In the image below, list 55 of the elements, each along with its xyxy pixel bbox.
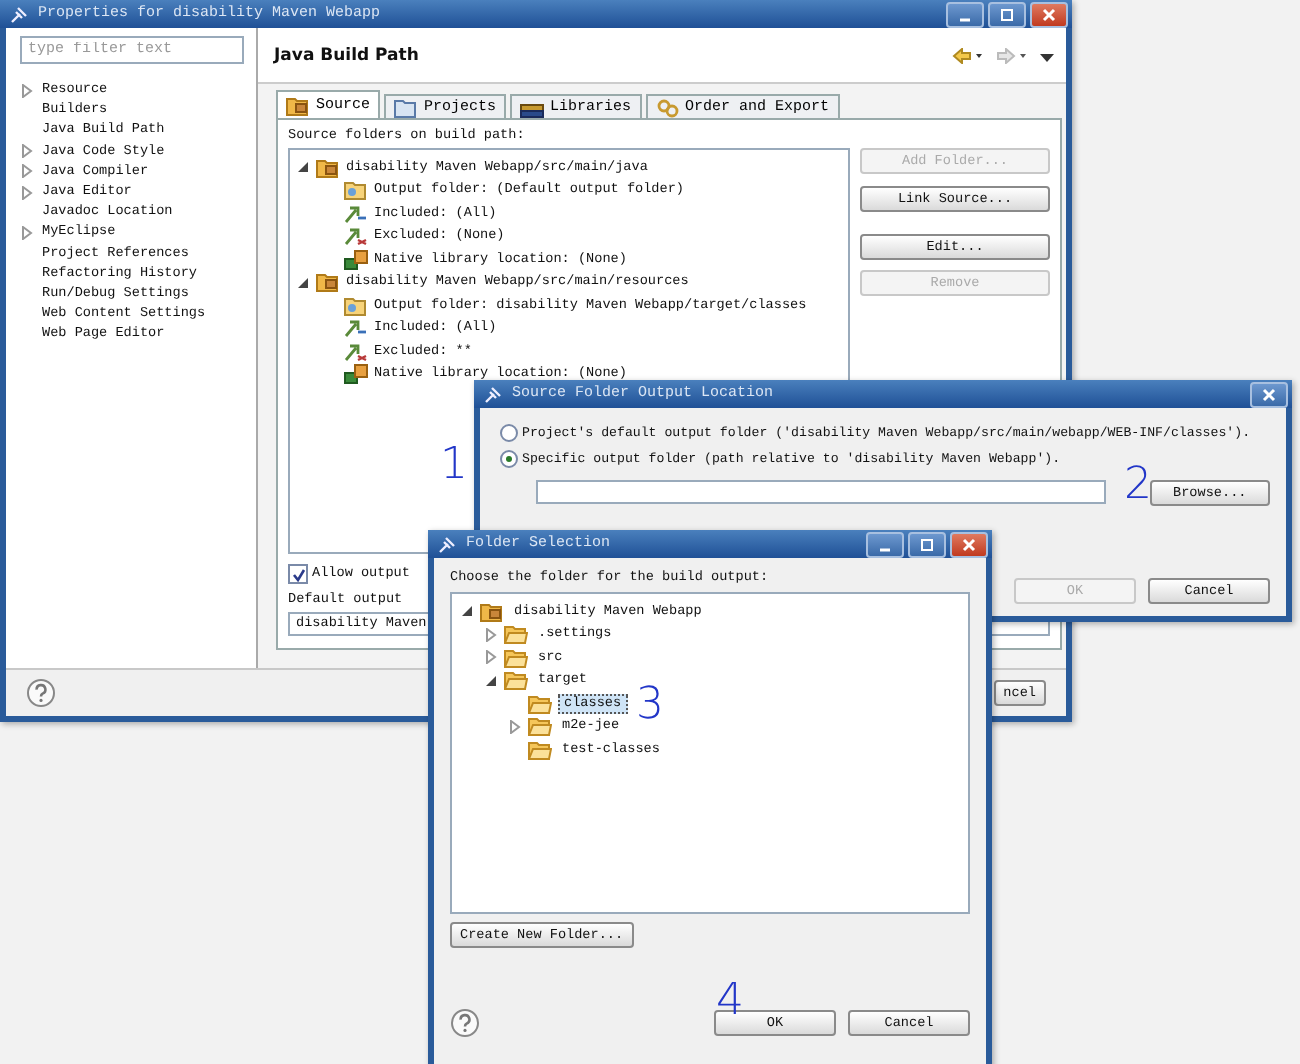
expand-arrow-icon[interactable]: [484, 650, 498, 665]
filter-included-icon: [344, 318, 368, 339]
plug-icon: [438, 535, 456, 553]
back-arrow-icon[interactable]: [952, 47, 984, 63]
collapse-arrow-icon[interactable]: [296, 275, 310, 290]
folder-icon: [504, 624, 528, 645]
native-library-icon: [344, 249, 368, 270]
expand-arrow-icon[interactable]: [484, 627, 498, 642]
maximize-button[interactable]: [908, 531, 946, 557]
output-folder-icon: [344, 180, 368, 201]
radio-button[interactable]: [500, 424, 518, 442]
folder-icon: [528, 739, 552, 760]
minimize-button[interactable]: [946, 1, 984, 27]
output-folder-icon: [344, 295, 368, 316]
close-icon: [1042, 7, 1056, 21]
output-folder-field[interactable]: [536, 480, 1106, 504]
folder-icon: [504, 647, 528, 668]
close-button[interactable]: [950, 531, 988, 557]
radio-button[interactable]: [500, 450, 518, 468]
maximize-icon: [920, 537, 934, 551]
handwritten-annotation: 2: [1124, 464, 1152, 508]
folder-icon: [528, 693, 552, 714]
filter-excluded-icon: [344, 226, 368, 247]
forward-arrow-icon[interactable]: [996, 47, 1028, 63]
package-folder-icon: [286, 95, 310, 115]
package-folder-icon: [316, 157, 340, 178]
native-library-icon: [344, 364, 368, 385]
close-icon: [1262, 387, 1276, 401]
links-icon: [655, 97, 680, 117]
plug-icon: [484, 385, 502, 403]
close-button[interactable]: [1250, 381, 1288, 407]
expand-arrow-icon[interactable]: [20, 225, 34, 240]
help-icon[interactable]: [450, 1008, 480, 1038]
filter-excluded-icon: [344, 341, 368, 362]
collapse-arrow-icon[interactable]: [484, 673, 498, 688]
folder-icon: [504, 670, 528, 691]
handwritten-annotation: 1: [440, 444, 468, 488]
maximize-button[interactable]: [988, 1, 1026, 27]
page-title: Java Build Path: [274, 45, 421, 65]
filter-included-icon: [344, 203, 368, 224]
plug-icon: [10, 5, 28, 23]
collapse-arrow-icon[interactable]: [460, 604, 474, 619]
help-icon[interactable]: [26, 678, 56, 708]
collapse-arrow-icon[interactable]: [296, 160, 310, 175]
minimize-button[interactable]: [866, 531, 904, 557]
package-folder-icon: [480, 601, 504, 622]
checkbox[interactable]: [288, 564, 308, 584]
close-icon: [962, 537, 976, 551]
maximize-icon: [1000, 7, 1014, 21]
close-button[interactable]: [1030, 1, 1068, 27]
handwritten-annotation: 3: [636, 684, 664, 728]
expand-arrow-icon[interactable]: [20, 83, 34, 98]
folder-icon: [528, 716, 552, 737]
package-folder-icon: [316, 272, 340, 293]
expand-arrow-icon[interactable]: [508, 719, 522, 734]
